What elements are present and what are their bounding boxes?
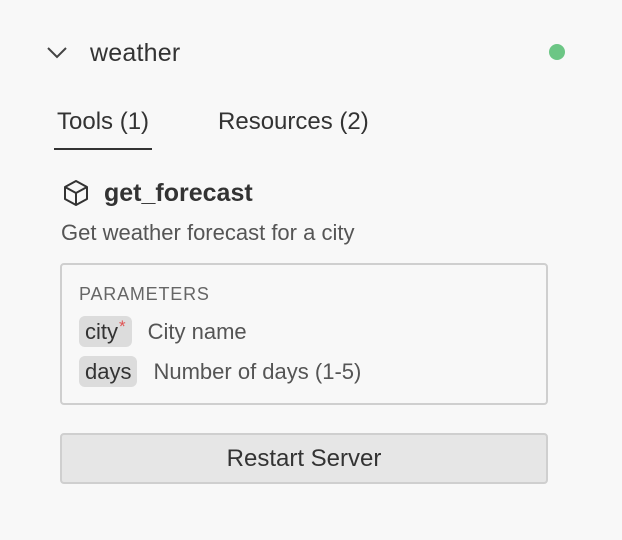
parameter-description: Number of days (1-5): [153, 358, 362, 384]
tool-description: Get weather forecast for a city: [61, 220, 355, 245]
parameter-chip-days: days: [79, 356, 138, 387]
server-header[interactable]: weather: [44, 30, 574, 76]
parameter-row-days: days Number of days (1-5): [79, 356, 361, 387]
tabs: Tools (1) Resources (2): [54, 100, 372, 150]
tab-resources[interactable]: Resources (2): [215, 100, 372, 150]
parameters-panel: PARAMETERS city * City name days Number o…: [60, 263, 548, 405]
parameters-title: PARAMETERS: [79, 284, 210, 304]
cube-icon: [62, 178, 90, 208]
parameter-chip-city: city *: [79, 316, 132, 347]
chevron-down-icon[interactable]: [44, 40, 70, 66]
server-name: weather: [90, 38, 181, 67]
parameter-name: days: [85, 359, 132, 384]
parameter-row-city: city * City name: [79, 316, 247, 347]
parameter-name: city: [85, 319, 118, 344]
tool-name: get_forecast: [104, 178, 253, 207]
parameter-description: City name: [147, 318, 247, 344]
tab-tools[interactable]: Tools (1): [54, 100, 153, 150]
required-marker: *: [119, 317, 126, 336]
status-indicator: [549, 44, 565, 60]
tool-header: get_forecast: [62, 178, 253, 208]
restart-server-button[interactable]: Restart Server: [60, 433, 548, 484]
